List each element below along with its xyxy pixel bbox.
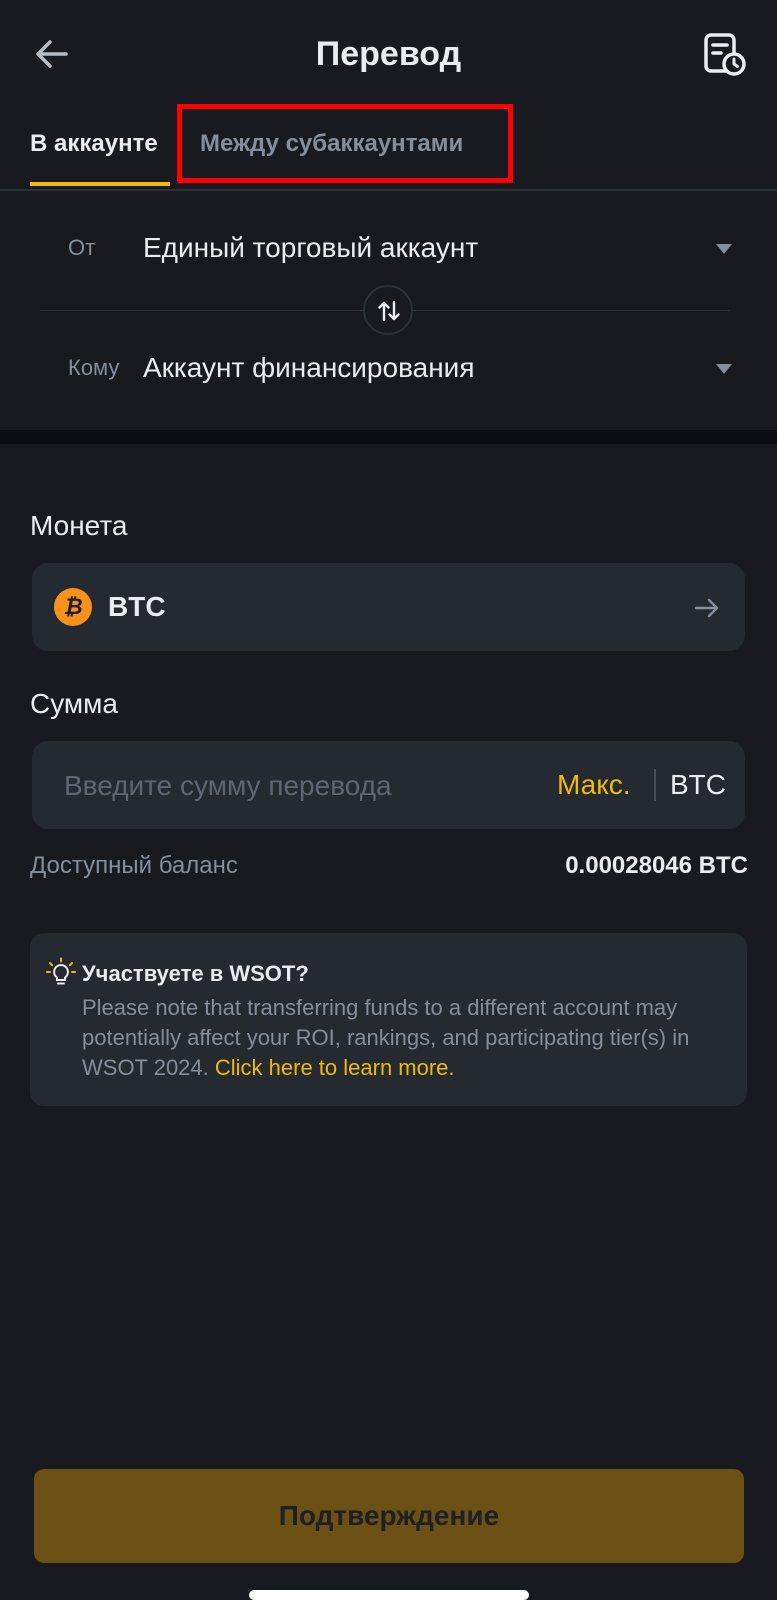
available-balance-label: Доступный баланс <box>30 852 238 879</box>
learn-more-link[interactable]: Click here to learn more. <box>215 1055 455 1080</box>
swap-accounts-button[interactable] <box>363 285 413 335</box>
bitcoin-glyph: ₿ <box>63 594 83 619</box>
tab-in-account[interactable]: В аккаунте <box>30 122 158 166</box>
coin-label: Монета <box>30 510 128 541</box>
highlight-frame <box>177 104 513 183</box>
available-balance-value: 0.00028046 BTC <box>565 852 748 879</box>
amount-unit: BTC <box>670 769 726 800</box>
from-label: От <box>68 235 96 260</box>
max-button[interactable]: Макс. <box>557 763 631 807</box>
to-dropdown-caret-icon[interactable] <box>716 364 732 374</box>
amount-field: Макс. BTC <box>32 741 745 829</box>
coin-symbol: BTC <box>108 591 166 622</box>
notice-body: Please note that transferring funds to a… <box>82 993 722 1083</box>
coin-select[interactable]: ₿ BTC <box>32 563 745 651</box>
from-account-select[interactable]: Единый торговый аккаунт <box>143 226 478 270</box>
tabs-divider <box>0 189 777 191</box>
lightbulb-icon <box>46 957 76 985</box>
bitcoin-icon: ₿ <box>54 588 92 626</box>
wsot-notice: Участвуете в WSOT? Please note that tran… <box>30 933 747 1106</box>
arrow-right-icon <box>694 598 719 618</box>
swap-vertical-icon <box>378 300 400 322</box>
tab-active-indicator <box>30 182 170 186</box>
transfer-history-icon <box>704 33 746 76</box>
confirm-button[interactable]: Подтверждение <box>34 1469 744 1563</box>
section-separator <box>0 430 777 444</box>
page-title: Перевод <box>315 35 462 73</box>
unit-divider <box>654 769 656 801</box>
to-account-select[interactable]: Аккаунт финансирования <box>143 346 474 390</box>
notice-title: Участвуете в WSOT? <box>82 961 309 986</box>
transfer-history-button[interactable] <box>700 30 750 80</box>
to-label: Кому <box>68 355 120 380</box>
amount-input[interactable] <box>62 763 536 809</box>
home-indicator <box>249 1590 529 1600</box>
amount-label: Сумма <box>30 688 118 719</box>
from-dropdown-caret-icon[interactable] <box>716 244 732 254</box>
